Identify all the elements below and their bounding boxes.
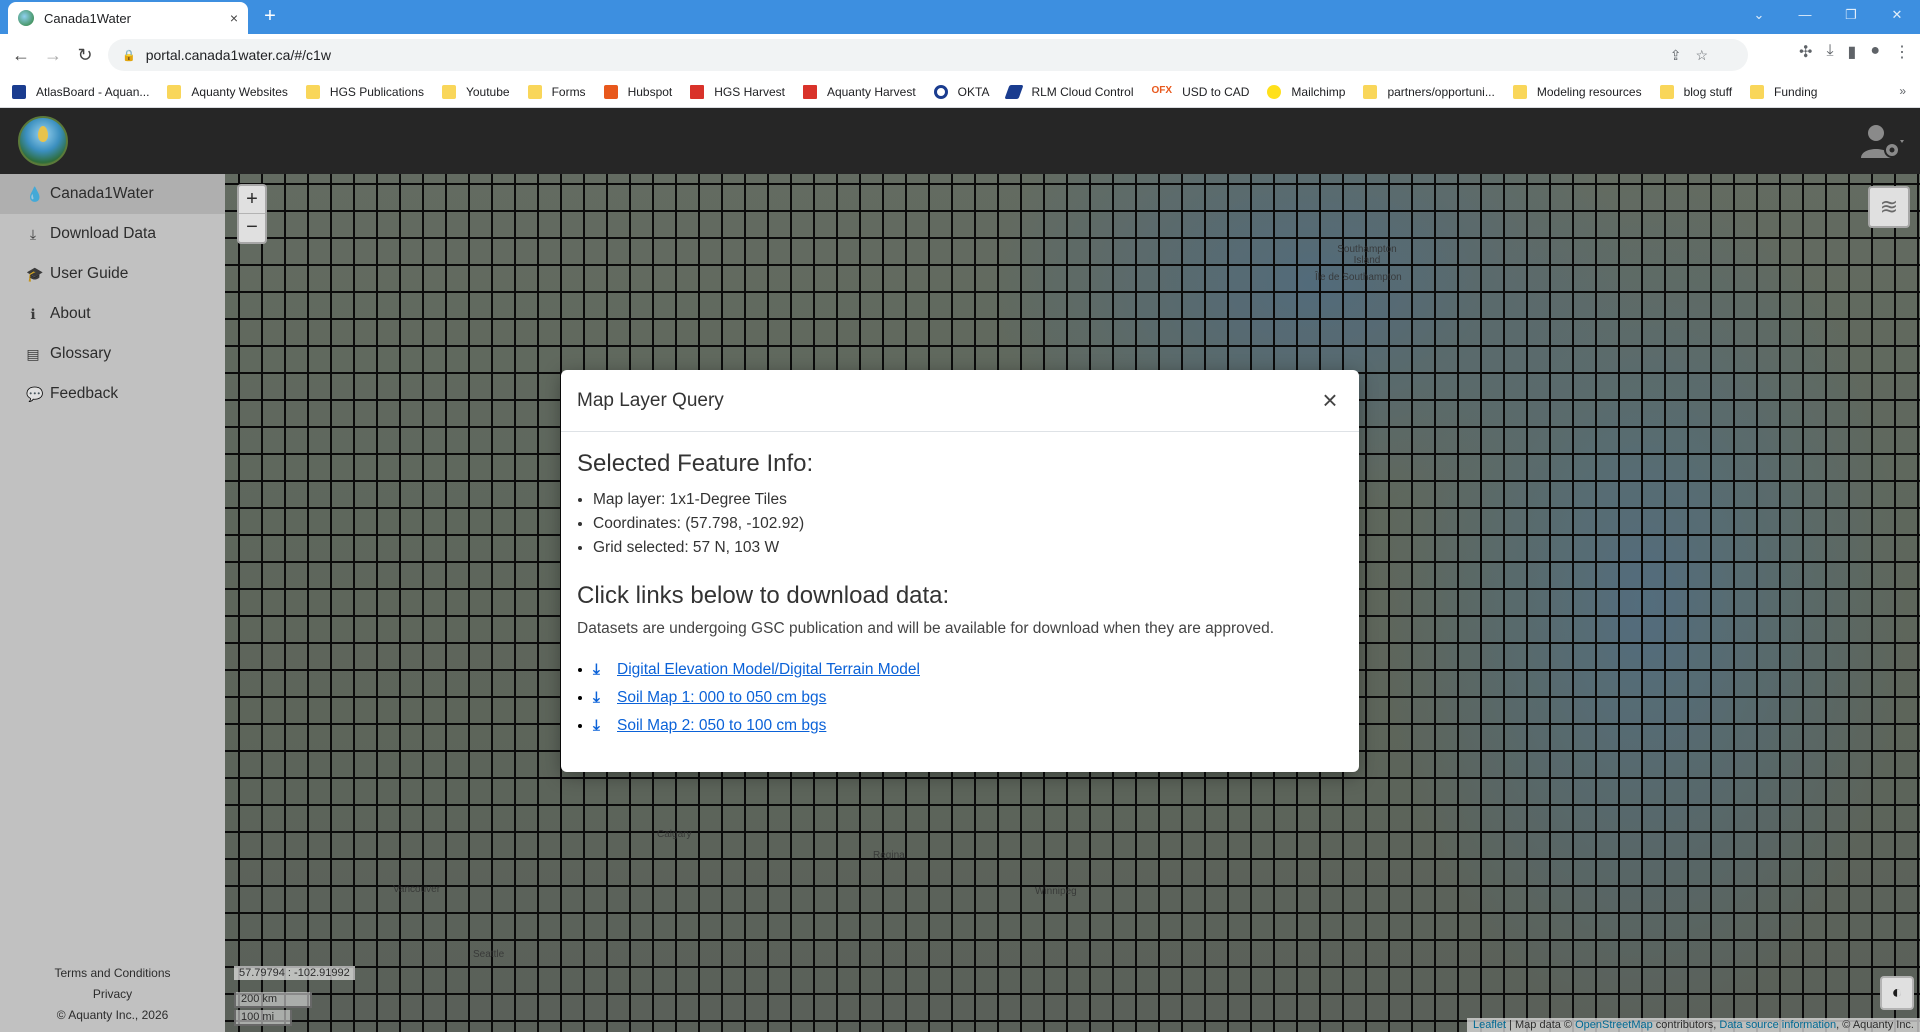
bookmark-item[interactable]: partners/opportuni... (1363, 84, 1495, 99)
grid-info: Grid selected: 57 N, 103 W (593, 536, 1343, 560)
soil-map-1-download-link[interactable]: Soil Map 1: 000 to 050 cm bgs (617, 689, 826, 706)
modal-body: Selected Feature Info: Map layer: 1x1-De… (561, 432, 1359, 758)
menu-icon[interactable]: ⋮ (1894, 42, 1910, 62)
browser-tab[interactable]: Canada1Water × (8, 2, 248, 34)
bookmark-item[interactable]: OFX USD to CAD (1152, 85, 1250, 99)
app-header (0, 108, 1920, 174)
download-links: ⤓ Digital Elevation Model/Digital Terrain… (577, 656, 1343, 740)
downloads-icon[interactable]: ⤓ (1826, 42, 1833, 62)
bookmark-item[interactable]: Modeling resources (1512, 84, 1642, 99)
tab-close-icon[interactable]: × (230, 10, 238, 26)
harvest-icon (802, 84, 817, 99)
tab-title: Canada1Water (44, 10, 131, 26)
download-heading: Click links below to download data: (577, 582, 950, 609)
folder-icon (167, 84, 182, 99)
okta-icon (933, 84, 948, 99)
bookmark-item[interactable]: Youtube (441, 84, 510, 99)
bookmark-item[interactable]: Mailchimp (1267, 84, 1345, 99)
close-window-icon[interactable]: ✕ (1874, 0, 1920, 30)
bookmark-item[interactable]: HGS Publications (305, 84, 424, 99)
map-layer-query-modal: Map Layer Query × Selected Feature Info:… (561, 370, 1359, 772)
feature-info-list: Map layer: 1x1-Degree Tiles Coordinates:… (577, 488, 1343, 560)
bookmark-item[interactable]: Hubspot (603, 84, 672, 99)
address-bar[interactable]: 🔒 portal.canada1water.ca/#/c1w ⇪ ☆ (108, 39, 1748, 71)
folder-icon (441, 84, 456, 99)
profile-icon[interactable]: ● (1870, 42, 1880, 62)
side-panel-icon[interactable]: ▮ (1848, 42, 1857, 62)
browser-tabstrip: Canada1Water × + ⌄ — ❐ ✕ (0, 0, 1920, 34)
dem-download-link[interactable]: Digital Elevation Model/Digital Terrain … (617, 661, 920, 678)
list-item: ⤓ Soil Map 1: 000 to 050 cm bgs (593, 684, 1343, 712)
bookmarks-bar: AtlasBoard - Aquan... Aquanty Websites H… (0, 76, 1920, 108)
folder-icon (1512, 84, 1527, 99)
modal-title: Map Layer Query (577, 389, 724, 411)
canada-one-water-logo[interactable] (18, 116, 68, 166)
map-layer-info: Map layer: 1x1-Degree Tiles (593, 488, 1343, 512)
url-text: portal.canada1water.ca/#/c1w (145, 47, 331, 63)
mailchimp-icon (1267, 84, 1282, 99)
hubspot-icon (603, 84, 618, 99)
lock-icon: 🔒 (122, 49, 136, 62)
modal-header: Map Layer Query × (561, 370, 1359, 432)
list-item: ⤓ Digital Elevation Model/Digital Terrain… (593, 656, 1343, 684)
rlm-icon (1004, 84, 1025, 99)
download-icon: ⤓ (593, 661, 600, 678)
soil-map-2-download-link[interactable]: Soil Map 2: 050 to 100 cm bgs (617, 717, 826, 734)
extensions-icon[interactable]: ✣ (1799, 42, 1812, 62)
publication-note: Datasets are undergoing GSC publication … (577, 620, 1275, 637)
close-icon[interactable]: × (1317, 385, 1343, 416)
bookmark-item[interactable]: Forms (527, 84, 586, 99)
restore-icon[interactable]: ❐ (1828, 0, 1874, 30)
bookmark-item[interactable]: Aquanty Harvest (802, 84, 916, 99)
back-icon[interactable]: ← (8, 42, 34, 68)
forward-icon[interactable]: → (40, 42, 66, 68)
bookmark-star-icon[interactable]: ☆ (1695, 47, 1708, 64)
canada1water-favicon-icon (18, 10, 34, 26)
reload-icon[interactable]: ↻ (72, 42, 98, 68)
feature-info-heading: Selected Feature Info: (577, 450, 814, 477)
folder-icon (1659, 84, 1674, 99)
window-controls: ⌄ — ❐ ✕ (1736, 0, 1920, 30)
harvest-icon (690, 84, 705, 99)
bookmark-item[interactable]: OKTA (933, 84, 989, 99)
minimize-icon[interactable]: — (1782, 0, 1828, 30)
coordinates-info: Coordinates: (57.798, -102.92) (593, 512, 1343, 536)
user-settings-icon[interactable] (1858, 122, 1906, 162)
folder-icon (1363, 84, 1378, 99)
bookmark-item[interactable]: Aquanty Websites (167, 84, 288, 99)
ofx-icon: OFX (1151, 84, 1173, 96)
share-icon[interactable]: ⇪ (1670, 47, 1682, 64)
bookmark-item[interactable]: AtlasBoard - Aquan... (12, 84, 149, 99)
download-icon: ⤓ (593, 689, 600, 706)
bookmark-item[interactable]: Funding (1750, 84, 1817, 99)
folder-icon (527, 84, 542, 99)
new-tab-button[interactable]: + (258, 4, 282, 28)
app-icon (12, 84, 26, 99)
browser-toolbar: ← → ↻ 🔒 portal.canada1water.ca/#/c1w ⇪ ☆… (0, 34, 1920, 76)
list-item: ⤓ Soil Map 2: 050 to 100 cm bgs (593, 712, 1343, 740)
bookmark-item[interactable]: HGS Harvest (690, 84, 785, 99)
bookmark-item[interactable]: RLM Cloud Control (1004, 84, 1134, 99)
tab-search-icon[interactable]: ⌄ (1736, 0, 1782, 30)
download-icon: ⤓ (593, 717, 600, 734)
bookmark-item[interactable]: blog stuff (1659, 84, 1732, 99)
folder-icon (305, 84, 320, 99)
more-bookmarks-icon[interactable]: » (1899, 84, 1906, 98)
folder-icon (1750, 84, 1765, 99)
